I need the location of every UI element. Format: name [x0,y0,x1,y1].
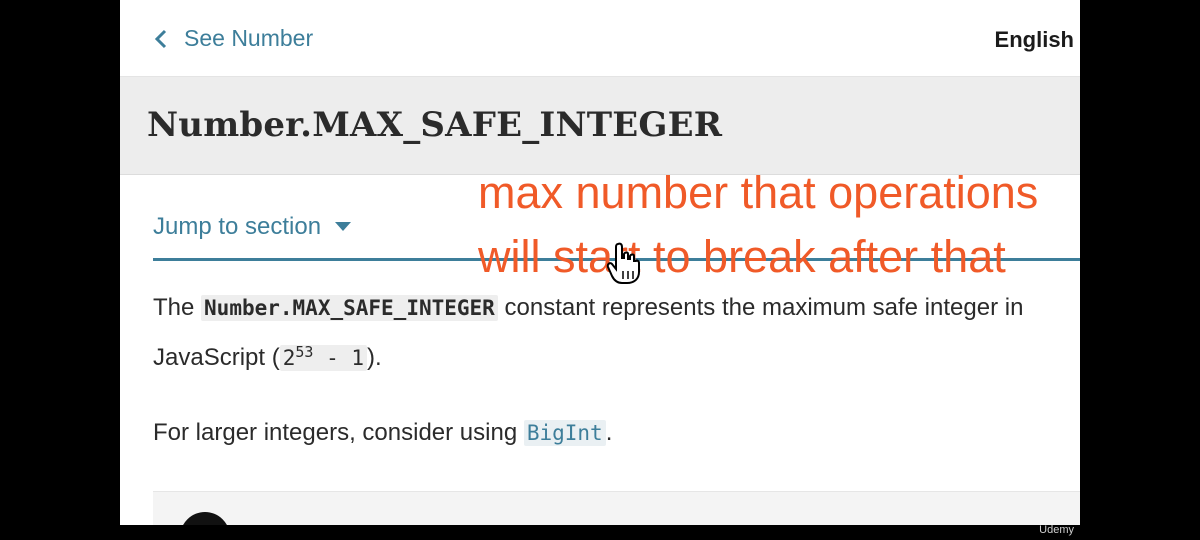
annotation-line-1: max number that operations [478,167,1039,218]
bigint-paragraph: For larger integers, consider using BigI… [153,411,612,455]
jump-to-section[interactable]: Jump to section [153,213,352,241]
watermark: Udemy [1039,524,1074,536]
hand-cursor-icon [606,242,640,284]
bigint-link[interactable]: BigInt [523,420,606,446]
back-link[interactable]: See Number [154,25,313,52]
example-box [153,491,1080,525]
para1-text-start: The [153,294,202,321]
page-title: Number.MAX_SAFE_INTEGER [147,105,723,145]
para1-text-end: ). [367,344,382,371]
constant-code: Number.MAX_SAFE_INTEGER [201,295,498,321]
para2-text-start: For larger integers, consider using [153,419,524,446]
expr-rest: - 1 [313,346,364,370]
expr-exponent: 53 [295,343,314,361]
language-selector[interactable]: English [995,27,1074,53]
annotation-line-2: will start to break after that [478,231,1006,282]
back-link-label: See Number [184,25,314,51]
expression-code: 253 - 1 [279,343,367,371]
title-bar: Number.MAX_SAFE_INTEGER [120,77,1080,175]
description-paragraph: The Number.MAX_SAFE_INTEGER constant rep… [153,286,1080,380]
jump-to-section-label: Jump to section [153,213,322,240]
para2-text-end: . [605,419,613,446]
top-bar: See Number English [120,0,1080,77]
chevron-left-icon [154,29,167,48]
expr-base: 2 [282,346,296,370]
caret-down-icon [335,222,352,231]
